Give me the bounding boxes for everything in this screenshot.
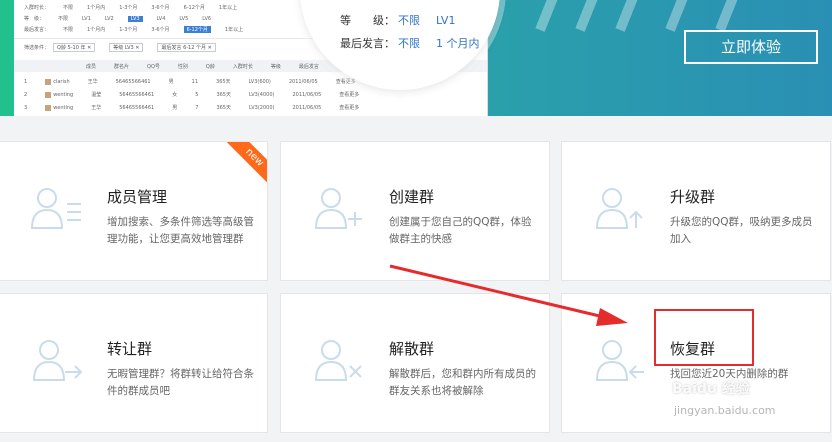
card-title: 转让群 (107, 340, 153, 358)
members-list-icon (30, 188, 81, 229)
watermark-url: jingyan.baidu.com (674, 404, 776, 417)
remove-user-icon (314, 340, 362, 381)
transfer-user-icon (32, 340, 83, 381)
add-user-icon (314, 188, 362, 229)
members-table-columns: 成员 群名片 QQ号 性别 Q龄 入群时长 等级 最后发言 (86, 64, 319, 70)
new-badge: new (223, 142, 267, 189)
card-description: 升级您的QQ群，吸纳更多成员加入 (670, 216, 813, 245)
card-title: 升级群 (670, 188, 716, 206)
highlight-box (654, 309, 754, 366)
banner-left-edge (0, 0, 14, 116)
table-row: 2 wenting 温莹 56465566461 女 5 365天 LV3(4000) 2011… (24, 91, 360, 98)
card-description: 创建属于您自己的QQ群，体验做群主的快感 (389, 216, 532, 245)
card-member-management[interactable]: 成员管理 增加搜索、多条件筛选等高级管理功能，让您更高效地管理群 new (0, 141, 268, 281)
card-description: 无暇管理群？将群转让给符合条件的群成员吧 (107, 368, 254, 397)
card-title: 成员管理 (107, 188, 168, 206)
table-row: 1 clarish 王华 56465566461 男 11 365天 LV3(600) 2011… (24, 78, 356, 85)
filter-row-last-speak: 最后发言： 不限 1个月内 1-3个月 3-6个月 6-12个月 1年以上 (24, 26, 244, 33)
card-transfer-group[interactable]: 转让群 无暇管理群？将群转让给符合条件的群成员吧 (0, 293, 268, 433)
card-create-group[interactable]: 创建群 创建属于您自己的QQ群，体验做群主的快感 (280, 141, 550, 281)
restore-user-icon (595, 340, 644, 381)
table-row: 3 wenting 王华 56465566461 男 7 365天 LV3(2000) 2011… (24, 104, 360, 111)
promo-banner: 入群时长： 不限 1个月内 1-3个月 3-6个月 6-12个月 1年以上 等 级： 不限 LV… (0, 0, 832, 116)
card-dissolve-group[interactable]: 解散群 解散群后，您和群内所有成员的群友关系也将被解除 (280, 293, 550, 433)
filter-row-level: 等 级： 不限 LV1 LV2 LV3 LV4 LV5 LV6 (24, 16, 212, 22)
bubble-level-row: 等 级： 不限 LV1 (340, 14, 456, 27)
card-description: 解散群后，您和群内所有成员的群友关系也将被解除 (389, 368, 536, 397)
try-now-button[interactable]: 立即体验 (684, 30, 818, 64)
upgrade-user-icon (595, 188, 643, 229)
baidu-watermark: Baidu 经验 (672, 381, 750, 397)
filter-chips: 筛选条件： Q龄 5-10 年 ✕ 等级 LV3 ✕ 最后发言 6-12 个月 ✕ (24, 43, 230, 52)
filter-row-join-time: 入群时长： 不限 1个月内 1-3个月 3-6个月 6-12个月 1年以上 (24, 5, 238, 11)
card-upgrade-group[interactable]: 升级群 升级您的QQ群，吸纳更多成员加入 (561, 141, 831, 281)
card-description: 增加搜索、多条件筛选等高级管理功能，让您更高效地管理群 (107, 216, 254, 245)
card-title: 解散群 (389, 340, 435, 358)
card-title: 创建群 (389, 188, 435, 206)
bubble-last-speak-row: 最后发言： 不限 1 个月内 (340, 37, 480, 50)
